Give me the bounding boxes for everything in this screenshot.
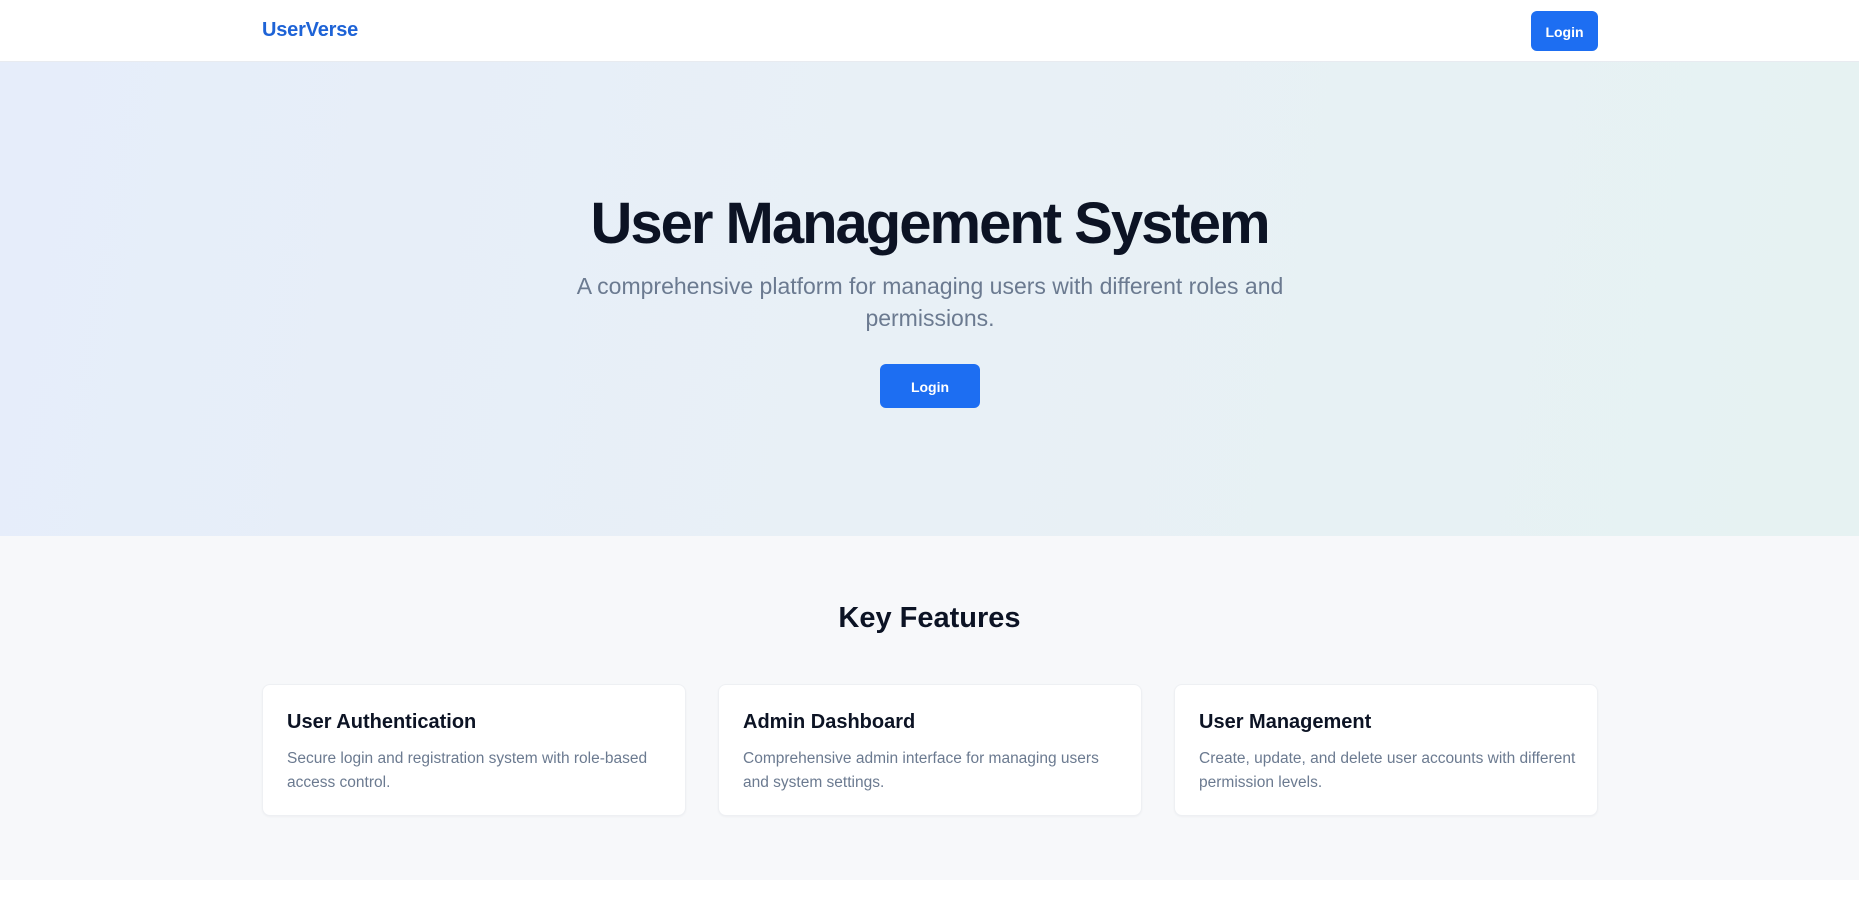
- hero-login-button[interactable]: Login: [880, 364, 980, 408]
- hero-section: User Management System A comprehensive p…: [0, 62, 1859, 536]
- hero-subtitle: A comprehensive platform for managing us…: [576, 273, 1284, 331]
- feature-card-user-management: User Management Create, update, and dele…: [1174, 684, 1598, 816]
- feature-card-user-authentication: User Authentication Secure login and reg…: [262, 684, 686, 816]
- feature-card-admin-dashboard: Admin Dashboard Comprehensive admin inte…: [718, 684, 1142, 816]
- feature-card-description: Create, update, and delete user accounts…: [1199, 750, 1576, 791]
- hero-title: User Management System: [590, 191, 1270, 256]
- top-navbar: UserVerse Login: [0, 0, 1859, 62]
- brand-logo-link[interactable]: UserVerse: [262, 19, 358, 42]
- page-bottom-strip: [0, 880, 1859, 920]
- feature-card-title: Admin Dashboard: [743, 711, 916, 733]
- feature-card-title: User Authentication: [287, 711, 477, 733]
- nav-login-button[interactable]: Login: [1531, 11, 1598, 51]
- features-section: Key Features User Authentication Secure …: [0, 536, 1859, 880]
- feature-card-description: Secure login and registration system wit…: [287, 750, 648, 791]
- feature-card-title: User Management: [1199, 711, 1372, 733]
- feature-card-description: Comprehensive admin interface for managi…: [743, 750, 1099, 791]
- features-title: Key Features: [838, 602, 1021, 634]
